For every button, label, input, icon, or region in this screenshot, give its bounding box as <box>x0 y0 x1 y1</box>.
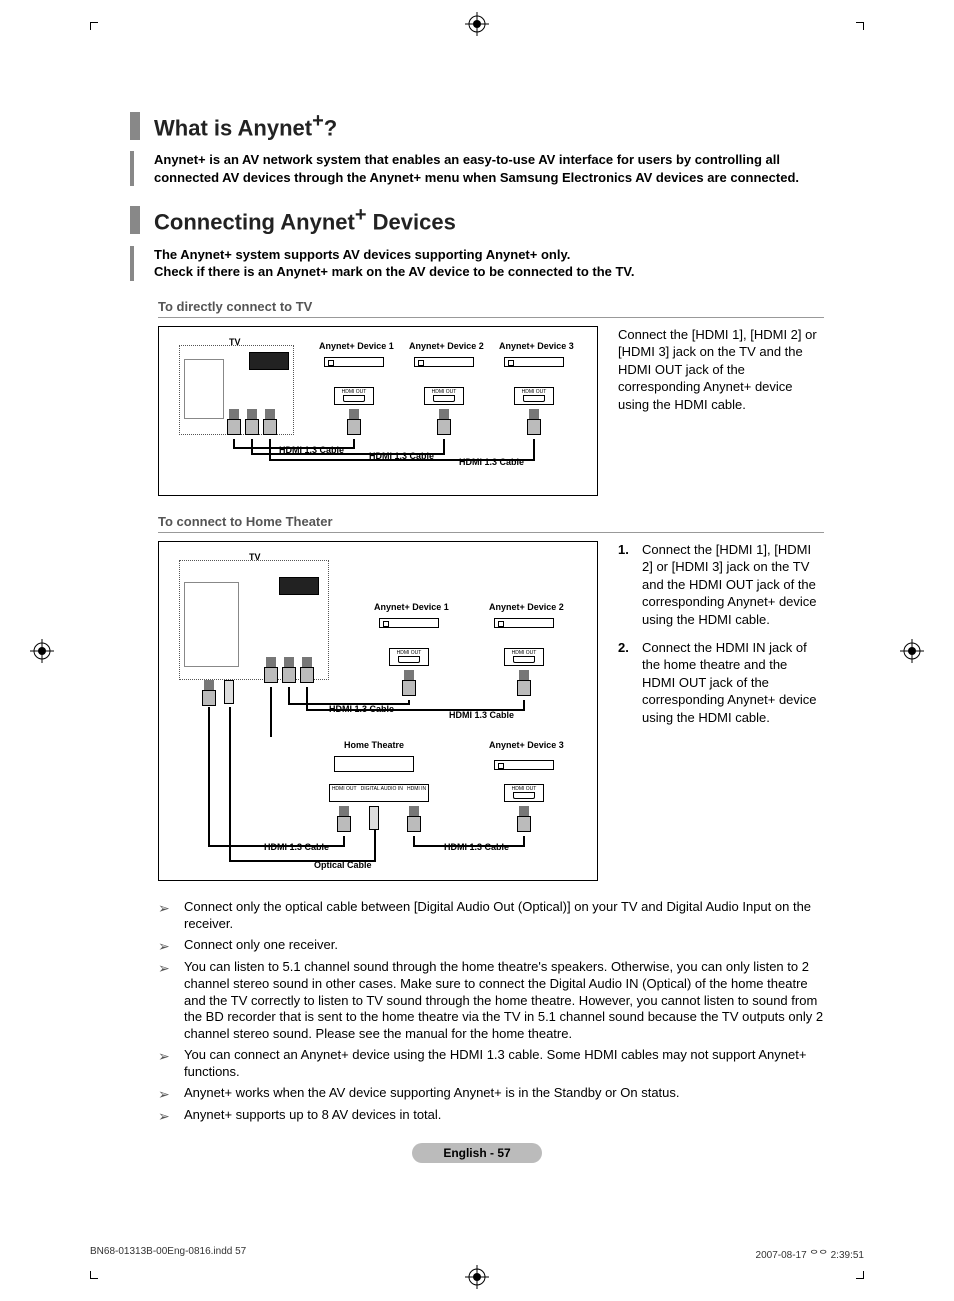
diagram-label-cable: HDMI 1.3 Cable <box>264 842 329 852</box>
diagram-label-cable: HDMI 1.3 Cable <box>449 710 514 720</box>
footer-timestamp: 2007-08-17 ᄋᄋ 2:39:51 <box>756 1246 864 1261</box>
registration-mark-icon <box>465 1265 489 1289</box>
registration-mark-icon <box>30 639 54 663</box>
note-item: ➢You can listen to 5.1 channel sound thr… <box>158 959 824 1043</box>
diagram2-steps: 1. Connect the [HDMI 1], [HDMI 2] or [HD… <box>618 541 824 881</box>
diagram-home-theater: TV Anynet+ Device 1 Anynet+ Device 2 HDM… <box>158 541 598 881</box>
diagram-label-device3: Anynet+ Device 3 <box>499 341 574 351</box>
section2-desc-text: The Anynet+ system supports AV devices s… <box>154 246 635 281</box>
footer-file: BN68-01313B-00Eng-0816.indd 57 <box>90 1246 246 1261</box>
diagram-label-hometheatre: Home Theatre <box>344 740 404 750</box>
note-item: ➢Connect only one receiver. <box>158 937 824 955</box>
registration-mark-icon <box>465 12 489 36</box>
diagram-direct-connect: TV Anynet+ Device 1 Anynet+ Device 2 Any… <box>158 326 598 496</box>
connector-icon <box>300 657 314 687</box>
diagram-label-device3: Anynet+ Device 3 <box>489 740 564 750</box>
section2-description: The Anynet+ system supports AV devices s… <box>130 246 824 281</box>
notes-list: ➢Connect only the optical cable between … <box>158 899 824 1126</box>
diagram-label-device1: Anynet+ Device 1 <box>374 602 449 612</box>
note-item: ➢Connect only the optical cable between … <box>158 899 824 933</box>
section1-description: Anynet+ is an AV network system that ena… <box>130 151 824 186</box>
connector-icon <box>245 409 259 439</box>
heading-bar-icon <box>130 206 140 234</box>
device-icon <box>494 618 554 628</box>
connector-icon <box>263 409 277 439</box>
device-icon <box>324 357 384 367</box>
connector-icon <box>202 680 216 710</box>
connector-icon <box>337 806 351 836</box>
desc-bar-icon <box>130 246 134 281</box>
note-item: ➢Anynet+ supports up to 8 AV devices in … <box>158 1107 824 1125</box>
subheading-home-theater: To connect to Home Theater <box>158 514 824 533</box>
diagram-label-device1: Anynet+ Device 1 <box>319 341 394 351</box>
note-item: ➢You can connect an Anynet+ device using… <box>158 1047 824 1081</box>
connector-icon <box>282 657 296 687</box>
connector-icon <box>402 670 416 700</box>
subheading-direct-connect: To directly connect to TV <box>158 299 824 318</box>
arrow-icon: ➢ <box>158 1107 184 1125</box>
tv-side-panel <box>184 582 239 667</box>
hdmi-out-port: HDMI OUT <box>514 387 554 405</box>
connector-icon <box>264 657 278 687</box>
device-icon <box>494 760 554 770</box>
hometheatre-icon <box>334 756 414 772</box>
arrow-icon: ➢ <box>158 1085 184 1103</box>
heading-text: Connecting Anynet+ Devices <box>154 204 456 235</box>
heading-bar-icon <box>130 112 140 140</box>
connector-icon <box>407 806 421 836</box>
diagram1-side-text: Connect the [HDMI 1], [HDMI 2] or [HDMI … <box>618 326 824 496</box>
arrow-icon: ➢ <box>158 959 184 1043</box>
connector-icon <box>517 806 531 836</box>
hdmi-out-port: HDMI OUT <box>389 648 429 666</box>
page-content: What is Anynet+? Anynet+ is an AV networ… <box>130 110 824 1221</box>
page-number-badge: English - 57 <box>412 1143 542 1163</box>
heading-text: What is Anynet+? <box>154 110 337 141</box>
step-1: 1. Connect the [HDMI 1], [HDMI 2] or [HD… <box>618 541 824 629</box>
registration-mark-icon <box>900 639 924 663</box>
diagram-label-device2: Anynet+ Device 2 <box>409 341 484 351</box>
arrow-icon: ➢ <box>158 1047 184 1081</box>
connector-icon <box>227 409 241 439</box>
section1-desc-text: Anynet+ is an AV network system that ena… <box>154 151 824 186</box>
device-icon <box>504 357 564 367</box>
tv-hdmi-panel <box>249 352 289 370</box>
diagram-label-device2: Anynet+ Device 2 <box>489 602 564 612</box>
hdmi-out-port: HDMI OUT <box>334 387 374 405</box>
heading-connecting-anynet: Connecting Anynet+ Devices <box>130 204 824 235</box>
connector-icon <box>527 409 541 439</box>
step-2: 2. Connect the HDMI IN jack of the home … <box>618 639 824 727</box>
device-icon <box>379 618 439 628</box>
device-icon <box>414 357 474 367</box>
hdmi-out-port: HDMI OUT <box>504 648 544 666</box>
desc-bar-icon <box>130 151 134 186</box>
diagram-label-cable: HDMI 1.3 Cable <box>444 842 509 852</box>
hdmi-out-port: HDMI OUT <box>504 784 544 802</box>
arrow-icon: ➢ <box>158 937 184 955</box>
connector-icon <box>437 409 451 439</box>
arrow-icon: ➢ <box>158 899 184 933</box>
optical-connector-icon <box>369 806 379 830</box>
tv-hdmi-panel <box>279 577 319 595</box>
connector-icon <box>347 409 361 439</box>
hdmi-out-port: HDMI OUT <box>424 387 464 405</box>
tv-side-panel <box>184 359 224 419</box>
optical-connector-icon <box>224 680 234 704</box>
note-item: ➢Anynet+ works when the AV device suppor… <box>158 1085 824 1103</box>
ht-port-panel: HDMI OUT DIGITAL AUDIO IN HDMI IN <box>329 784 429 802</box>
heading-what-is-anynet: What is Anynet+? <box>130 110 824 141</box>
connector-icon <box>517 670 531 700</box>
print-footer: BN68-01313B-00Eng-0816.indd 57 2007-08-1… <box>90 1246 864 1261</box>
